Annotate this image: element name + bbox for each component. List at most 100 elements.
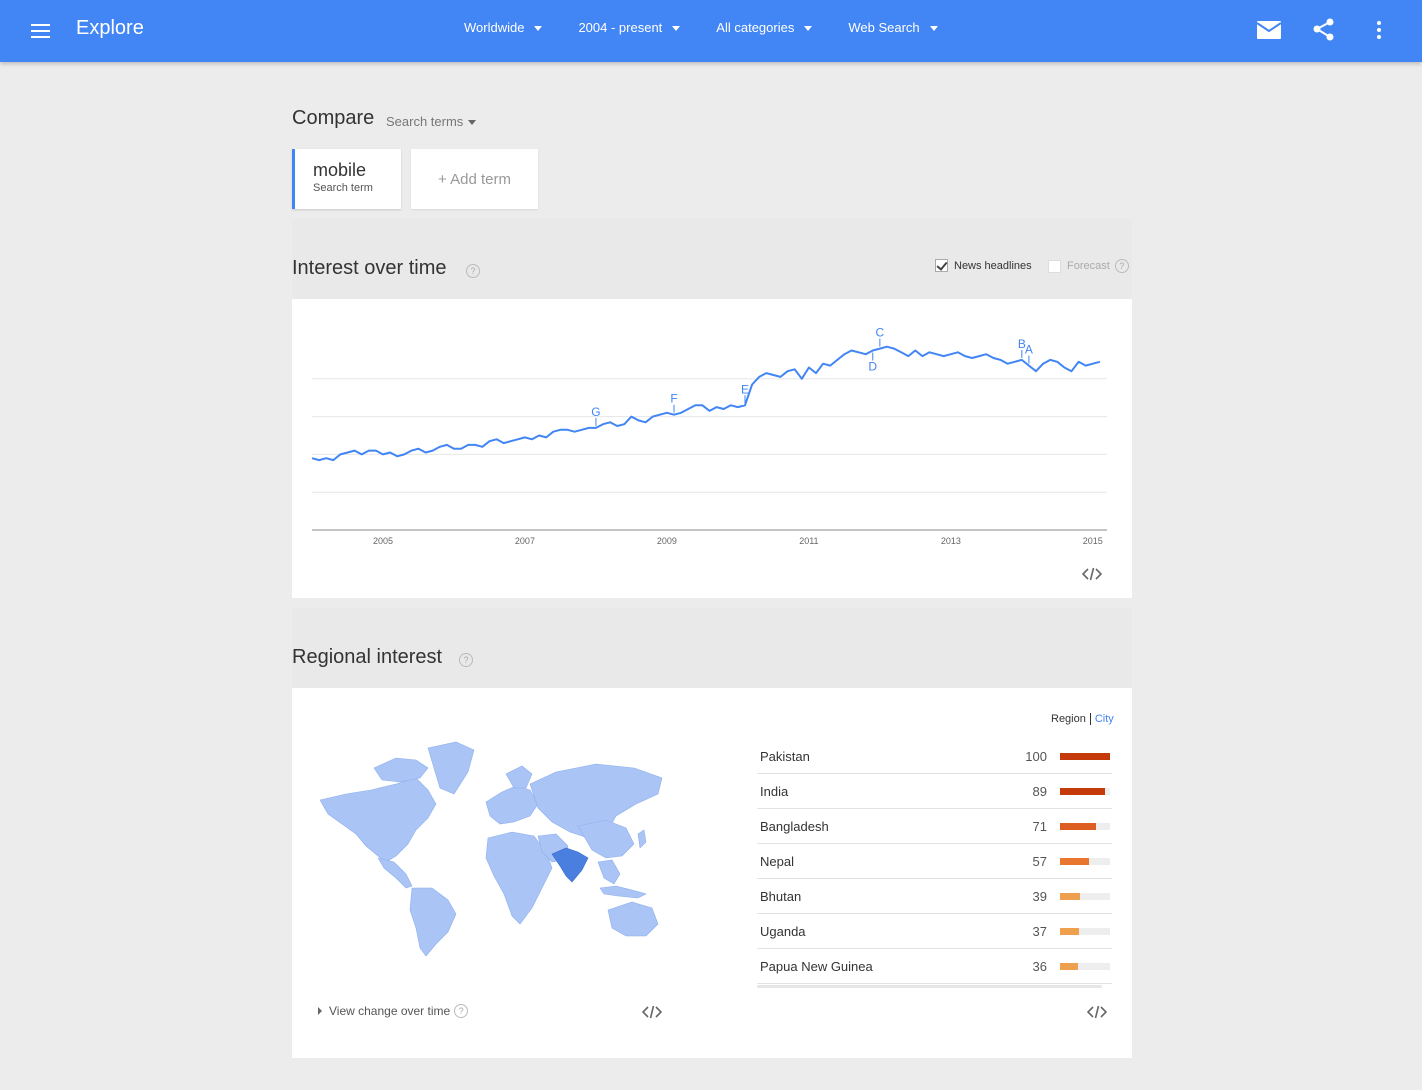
filter-category-label: All categories (716, 20, 795, 35)
filter-search-type[interactable]: Web Search (848, 20, 938, 35)
region-list: Pakistan 100 India 89 Bangladesh 71 Nepal 57 Bhu… (757, 739, 1112, 984)
region-bar-track (1060, 753, 1110, 760)
map-region-south-america (409, 887, 457, 957)
region-name: Nepal (760, 854, 794, 869)
chart-annotation-label[interactable]: F (670, 392, 677, 406)
filter-time-range[interactable]: 2004 - present (578, 20, 681, 35)
chart-annotation-label[interactable]: A (1025, 343, 1033, 357)
chart-x-tick-label: 2009 (657, 536, 677, 546)
regional-help-icon[interactable]: ? (459, 653, 473, 667)
share-icon[interactable] (1310, 16, 1338, 44)
map-region-greenland (427, 741, 475, 795)
region-row[interactable]: Pakistan 100 (757, 739, 1112, 774)
region-row[interactable]: Bangladesh 71 (757, 809, 1112, 844)
region-bar-fill (1060, 893, 1080, 900)
chart-series-line (311, 345, 1101, 462)
region-bar-track (1060, 788, 1110, 795)
region-row[interactable]: Nepal 57 (757, 844, 1112, 879)
chevron-down-icon (468, 120, 477, 125)
mail-icon[interactable] (1255, 16, 1283, 44)
region-value: 36 (1032, 959, 1047, 974)
chart-x-tick-label: 2015 (1083, 536, 1103, 546)
search-term-card[interactable]: mobile Search term (292, 149, 401, 209)
region-toggle-region[interactable]: Region (1051, 713, 1086, 725)
news-headlines-checkbox[interactable] (935, 259, 948, 272)
region-row[interactable]: India 89 (757, 774, 1112, 809)
map-region-europe (485, 785, 539, 825)
forecast-checkbox[interactable] (1048, 259, 1061, 273)
region-name: Papua New Guinea (760, 959, 873, 974)
region-bar-fill (1060, 788, 1105, 795)
region-bar-track (1060, 858, 1110, 865)
region-name: Uganda (760, 924, 806, 939)
filter-time-label: 2004 - present (578, 20, 663, 35)
chart-annotation-label[interactable]: C (876, 326, 885, 340)
chart-x-tick-label: 2013 (941, 536, 961, 546)
region-list-scrollbar[interactable] (757, 985, 1102, 988)
forecast-option[interactable]: Forecast ? (1048, 259, 1129, 273)
region-row[interactable]: Bhutan 39 (757, 879, 1112, 914)
forecast-help-icon[interactable]: ? (1114, 259, 1129, 273)
chevron-down-icon (929, 26, 938, 31)
compare-type-label: Search terms (386, 114, 464, 129)
region-bar-track (1060, 928, 1110, 935)
embed-code-icon[interactable] (642, 1005, 662, 1019)
region-toggle-city[interactable]: City (1095, 713, 1114, 725)
hamburger-icon[interactable] (31, 24, 50, 38)
view-change-help-icon[interactable]: ? (454, 1004, 469, 1018)
filter-category[interactable]: All categories (716, 20, 813, 35)
filter-search-type-label: Web Search (848, 20, 920, 35)
filter-location[interactable]: Worldwide (464, 20, 543, 35)
compare-type-dropdown[interactable]: Search terms (386, 114, 477, 129)
compare-title: Compare (292, 107, 375, 129)
filter-bar: Worldwide 2004 - present All categories … (464, 20, 974, 35)
interest-over-time-title: Interest over time (292, 257, 447, 279)
region-bar-fill (1060, 823, 1096, 830)
chart-annotation-label[interactable]: E (741, 382, 749, 396)
region-row[interactable]: Papua New Guinea 36 (757, 949, 1112, 984)
news-headlines-label: News headlines (954, 259, 1032, 272)
region-value: 89 (1032, 784, 1047, 799)
region-bar-track (1060, 893, 1110, 900)
add-term-button[interactable]: + Add term (411, 149, 538, 209)
embed-code-icon[interactable] (1087, 1005, 1107, 1019)
region-name: India (760, 784, 789, 799)
chart-x-tick-label: 2007 (515, 536, 535, 546)
map-region-north-america (319, 777, 437, 863)
region-bar-fill (1060, 928, 1079, 935)
interest-line-chart: 2005 2007 2009 2011 2013 2015GFEDCB A (311, 326, 1107, 546)
region-row[interactable]: Uganda 37 (757, 914, 1112, 949)
region-bar-fill (1060, 753, 1110, 760)
region-name: Bangladesh (760, 819, 829, 834)
app-title: Explore (76, 17, 144, 39)
region-value: 39 (1032, 889, 1047, 904)
chevron-down-icon (804, 26, 813, 31)
top-app-bar: Explore Worldwide 2004 - present All cat… (0, 0, 1422, 62)
chart-annotation-label[interactable]: D (868, 359, 877, 373)
chart-x-tick-label: 2011 (799, 536, 818, 546)
more-vert-icon[interactable] (1365, 16, 1393, 44)
view-change-label: View change over time (329, 1004, 451, 1018)
chart-annotation-label[interactable]: G (591, 405, 600, 419)
region-value: 37 (1032, 924, 1047, 939)
forecast-label: Forecast (1067, 260, 1110, 272)
regional-interest-title: Regional interest (292, 646, 443, 668)
interest-help-icon[interactable]: ? (466, 264, 480, 278)
filter-location-label: Worldwide (464, 20, 525, 35)
map-region-south-asia-highlight (551, 847, 589, 883)
region-bar-fill (1060, 963, 1078, 970)
region-city-toggle: Region City (1051, 713, 1114, 725)
region-value: 57 (1032, 854, 1047, 869)
view-change-over-time[interactable]: View change over time ? (318, 1004, 469, 1018)
region-value: 100 (1025, 749, 1047, 764)
map-region-australia (607, 901, 659, 937)
region-name: Pakistan (760, 749, 810, 764)
news-headlines-option[interactable]: News headlines (935, 259, 1032, 272)
embed-code-icon[interactable] (1082, 567, 1102, 581)
chevron-down-icon (534, 26, 543, 31)
chevron-down-icon (672, 26, 681, 31)
region-value: 71 (1032, 819, 1047, 834)
world-map[interactable] (316, 738, 668, 960)
region-name: Bhutan (760, 889, 802, 904)
interest-chart-card: 2005 2007 2009 2011 2013 2015 G F E D C B A (292, 299, 1132, 598)
